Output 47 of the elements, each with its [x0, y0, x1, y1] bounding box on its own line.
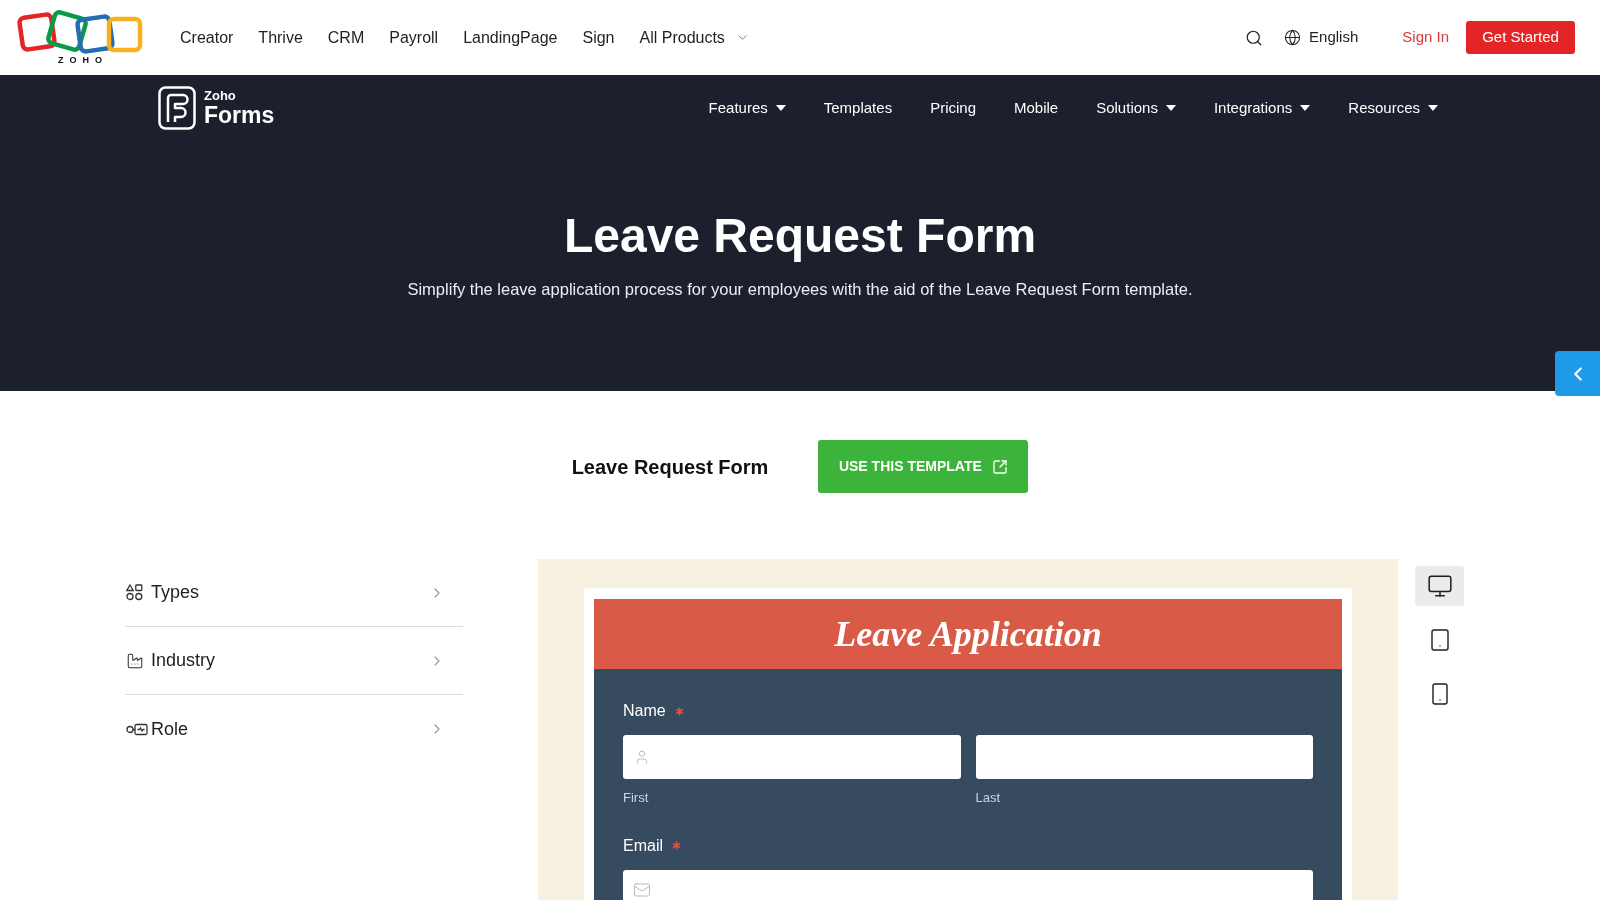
- forms-logo-icon: [158, 86, 196, 130]
- product-link[interactable]: All Products: [639, 25, 750, 50]
- key-card-icon: [126, 721, 148, 737]
- text-input[interactable]: [975, 735, 1313, 779]
- brand-name: Forms: [204, 103, 275, 127]
- product-link[interactable]: Thrive: [258, 25, 303, 50]
- device-view-button[interactable]: [1415, 566, 1464, 606]
- factory-icon: [126, 651, 144, 670]
- category-item[interactable]: Types: [125, 559, 463, 627]
- language-selector[interactable]: English: [1309, 26, 1359, 49]
- nav-link[interactable]: Mobile: [1014, 96, 1059, 120]
- nav-link[interactable]: Features: [708, 96, 786, 120]
- get-started-button[interactable]: Get Started: [1466, 21, 1575, 54]
- field-label: Name: [623, 701, 666, 721]
- product-link[interactable]: LandingPage: [463, 25, 558, 50]
- field-sublabel: First: [623, 789, 650, 807]
- nav-link[interactable]: Integrations: [1213, 96, 1311, 120]
- nav-link[interactable]: Resources: [1348, 96, 1438, 120]
- side-panel-toggle[interactable]: [1555, 351, 1600, 396]
- page-subtitle: Simplify the leave application process for your employees with the aid of the Leave Request Form template.: [407, 279, 1193, 300]
- globe-icon: [1284, 29, 1302, 46]
- person-icon: [634, 749, 650, 765]
- zoho-logo-icon: [16, 10, 144, 56]
- product-link[interactable]: Creator: [180, 25, 234, 50]
- field-sublabel: Last: [975, 789, 1002, 807]
- shapes-icon: [126, 584, 143, 601]
- monitor-icon: [1426, 573, 1453, 599]
- email-input[interactable]: [623, 869, 1313, 900]
- template-name: Leave Request Form: [571, 454, 769, 480]
- sign-in-link[interactable]: Sign In: [1402, 26, 1449, 49]
- external-link-icon: [991, 458, 1008, 475]
- page-title: Leave Request Form: [563, 208, 1037, 264]
- nav-link[interactable]: Pricing: [930, 96, 976, 120]
- text-input[interactable]: [623, 735, 961, 779]
- brand-name-small: Zoho: [204, 89, 237, 103]
- nav-link[interactable]: Solutions: [1096, 96, 1176, 120]
- product-link[interactable]: Payroll: [389, 25, 439, 50]
- search-icon[interactable]: [1245, 28, 1264, 47]
- field-label: Email: [623, 835, 663, 856]
- product-link[interactable]: CRM: [327, 25, 365, 50]
- form-title: Leave Application: [834, 613, 1102, 656]
- logo-text: ZOHO: [57, 55, 108, 65]
- category-item[interactable]: Industry: [125, 627, 463, 695]
- product-link[interactable]: Sign: [582, 25, 615, 50]
- envelope-icon: [633, 880, 651, 899]
- nav-link[interactable]: Templates: [823, 96, 893, 120]
- category-item[interactable]: Role: [125, 695, 463, 763]
